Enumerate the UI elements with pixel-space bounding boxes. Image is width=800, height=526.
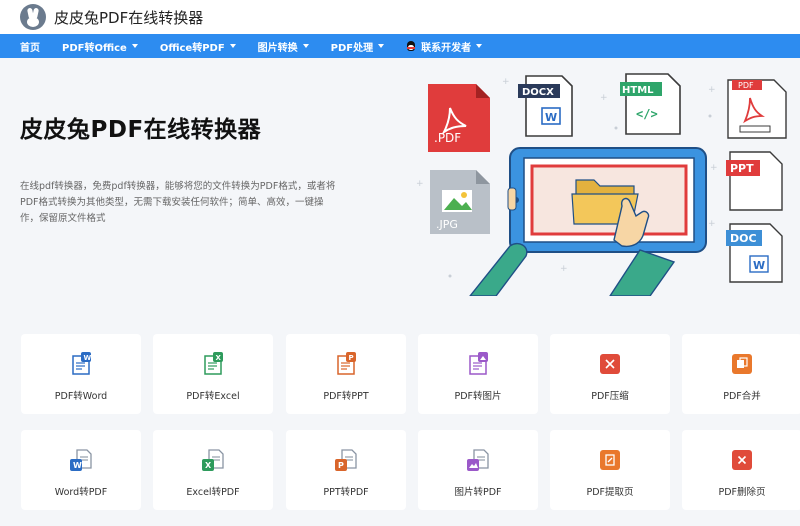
tool-card-pdf-to-word[interactable]: W PDF转Word <box>21 334 141 414</box>
svg-text:+: + <box>708 85 716 95</box>
tool-card-label: 图片转PDF <box>454 487 502 498</box>
pdf-compress-icon <box>600 354 620 374</box>
caret-down-icon <box>476 44 483 48</box>
svg-text:P: P <box>338 461 344 470</box>
nav-item-pdf-to-office[interactable]: PDF转Office <box>62 39 138 54</box>
tool-card-pdf-delete[interactable]: PDF删除页 <box>682 430 800 510</box>
svg-text:DOCX: DOCX <box>522 87 554 98</box>
ppt-file-icon: PPT <box>726 151 783 211</box>
tool-card-pdf-extract[interactable]: PDF提取页 <box>550 430 670 510</box>
doc-file-icon: DOC W <box>726 223 783 283</box>
site-header: 皮皮兔PDF在线转换器 <box>0 0 800 34</box>
pdf-file-icon: .PDF <box>428 84 490 152</box>
word-to-pdf-icon: W <box>70 449 92 471</box>
hero-description: 在线pdf转换器，免费pdf转换器，能够将您的文件转换为PDF格式，或者将PDF… <box>20 181 336 224</box>
svg-text:X: X <box>205 461 212 470</box>
tool-card-pdf-to-image[interactable]: PDF转图片 <box>418 334 538 414</box>
html-file-icon: HTML </> <box>620 73 681 135</box>
svg-text:+: + <box>708 219 716 229</box>
svg-text:W: W <box>84 354 92 362</box>
svg-text:+: + <box>600 93 608 103</box>
right-sleeve-icon <box>609 249 676 296</box>
pdf-to-word-icon: W <box>72 352 92 375</box>
pdf-extract-icon <box>600 450 620 470</box>
docx-file-icon: DOCX W <box>518 75 573 137</box>
hero-illustration: +++ +++ ++ .PDF DOCX W HTML </> PDF <box>416 73 787 296</box>
caret-down-icon <box>229 44 236 48</box>
svg-text:PPT: PPT <box>730 162 754 175</box>
tool-card-label: PDF合并 <box>723 391 761 402</box>
tool-card-pdf-merge[interactable]: PDF合并 <box>682 334 800 414</box>
svg-text:+: + <box>502 77 510 87</box>
main-nav: 首页 PDF转Office Office转PDF 图片转换 PDF处理 联系开发… <box>0 34 800 58</box>
tool-card-image-to-pdf[interactable]: 图片转PDF <box>418 430 538 510</box>
svg-text:+: + <box>710 163 718 173</box>
excel-to-pdf-icon: X <box>202 449 224 471</box>
site-title[interactable]: 皮皮兔PDF在线转换器 <box>54 7 203 28</box>
left-sleeve-icon <box>469 242 528 296</box>
tool-card-label: PDF删除页 <box>718 487 766 498</box>
svg-text:</>: </> <box>636 107 658 121</box>
pdf-doc-icon: PDF <box>727 79 787 139</box>
pdf-delete-icon <box>732 450 752 470</box>
tool-card-pdf-compress[interactable]: PDF压缩 <box>550 334 670 414</box>
pdf-to-excel-icon: X <box>204 352 223 375</box>
nav-item-office-to-pdf[interactable]: Office转PDF <box>160 39 236 54</box>
caret-down-icon <box>131 44 138 48</box>
svg-text:DOC: DOC <box>730 232 757 245</box>
tool-card-word-to-pdf[interactable]: W Word转PDF <box>21 430 141 510</box>
tool-card-label: PPT转PDF <box>323 487 369 498</box>
svg-text:W: W <box>753 259 765 272</box>
nav-item-pdf-process[interactable]: PDF处理 <box>331 39 385 54</box>
hero-title: 皮皮兔PDF在线转换器 <box>20 117 262 143</box>
svg-text:X: X <box>216 354 222 362</box>
tool-card-excel-to-pdf[interactable]: X Excel转PDF <box>153 430 273 510</box>
svg-text:HTML: HTML <box>622 85 654 96</box>
tool-card-pdf-to-ppt[interactable]: P PDF转PPT <box>286 334 406 414</box>
tool-card-label: PDF转Word <box>54 391 108 402</box>
image-to-pdf-icon <box>467 449 489 471</box>
svg-text:+: + <box>416 179 424 189</box>
tool-card-label: Excel转PDF <box>186 487 240 498</box>
svg-text:W: W <box>73 461 82 470</box>
ppt-to-pdf-icon: P <box>335 449 357 471</box>
rabbit-logo-icon[interactable] <box>20 4 46 30</box>
qq-icon <box>406 40 416 52</box>
tool-card-label: PDF提取页 <box>586 487 634 498</box>
tool-card-label: PDF转图片 <box>454 391 502 402</box>
tool-card-label: Word转PDF <box>54 487 108 498</box>
tool-card-ppt-to-pdf[interactable]: P PPT转PDF <box>286 430 406 510</box>
svg-text:+: + <box>560 264 568 274</box>
caret-down-icon <box>302 44 309 48</box>
pdf-to-image-icon <box>469 352 488 375</box>
tool-card-label: PDF转PPT <box>323 391 369 402</box>
pdf-to-ppt-icon: P <box>337 352 356 375</box>
svg-text:.PDF: .PDF <box>434 131 461 145</box>
nav-item-home[interactable]: 首页 <box>20 39 40 54</box>
tool-card-label: PDF转Excel <box>186 391 240 402</box>
tool-card-label: PDF压缩 <box>591 391 629 402</box>
svg-text:PDF: PDF <box>738 81 754 90</box>
caret-down-icon <box>378 44 385 48</box>
svg-text:W: W <box>545 111 557 124</box>
jpg-file-icon: .JPG <box>430 170 490 234</box>
nav-item-contact-developer[interactable]: 联系开发者 <box>406 39 483 54</box>
pdf-merge-icon <box>732 354 752 374</box>
nav-item-image-convert[interactable]: 图片转换 <box>258 39 309 54</box>
svg-text:.JPG: .JPG <box>436 218 458 231</box>
tool-card-pdf-to-excel[interactable]: X PDF转Excel <box>153 334 273 414</box>
svg-text:P: P <box>349 354 354 362</box>
